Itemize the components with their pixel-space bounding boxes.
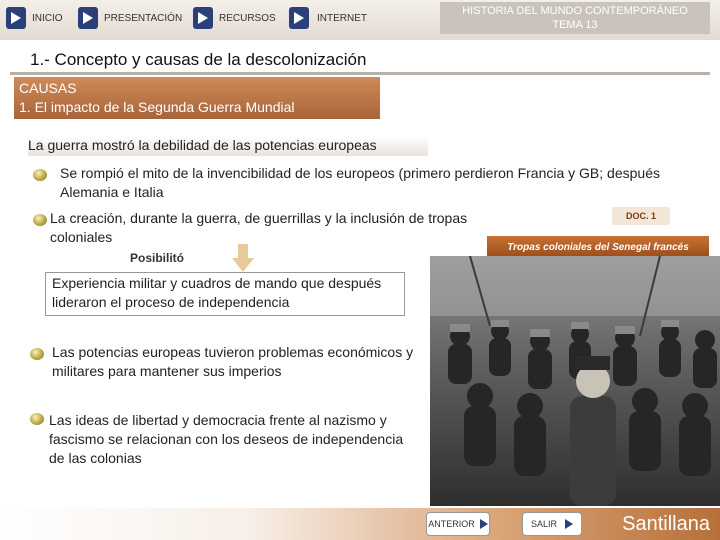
- course-title: HISTORIA DEL MUNDO CONTEMPORÁNEO: [462, 5, 688, 17]
- nav-internet-button[interactable]: INTERNET: [289, 6, 367, 30]
- photo-caption: Tropas coloniales del Senegal francés: [487, 236, 709, 258]
- santillana-logo: Santillana: [622, 512, 710, 535]
- nav-recursos-label: RECURSOS: [219, 12, 276, 24]
- bullet-text-mito: Se rompió el mito de la invencibilidad d…: [60, 165, 660, 200]
- course-header: HISTORIA DEL MUNDO CONTEMPORÁNEO TEMA 13: [440, 2, 710, 34]
- bullet-text-guerrillas: La creación, durante la guerra, de guerr…: [50, 210, 468, 245]
- footer-bar: [0, 508, 720, 540]
- play-icon: [479, 519, 488, 529]
- nav-recursos-button[interactable]: RECURSOS: [193, 6, 276, 30]
- play-icon: [193, 7, 213, 29]
- salir-button[interactable]: SALIR: [522, 512, 582, 536]
- down-arrow-icon: [232, 244, 254, 272]
- bullet-icon: [30, 413, 44, 425]
- bullet-icon: [33, 169, 47, 181]
- play-icon: [6, 7, 26, 29]
- bullet-icon: [30, 348, 44, 360]
- bullet-text-potencias: Las potencias europeas tuvieron problema…: [52, 344, 414, 379]
- experiencia-box: Experiencia militar y cuadros de mando q…: [45, 272, 405, 316]
- course-topic: TEMA 13: [552, 19, 598, 31]
- title-divider: [10, 72, 710, 75]
- bullet-text-ideas: Las ideas de libertad y democracia frent…: [49, 412, 404, 466]
- nav-internet-label: INTERNET: [317, 12, 367, 24]
- posibilito-label: Posibilitó: [130, 251, 184, 265]
- nav-inicio-label: INICIO: [32, 12, 63, 24]
- nav-presentacion-button[interactable]: PRESENTACIÓN: [78, 6, 182, 30]
- causas-box: CAUSAS 1. El impacto de la Segunda Guerr…: [14, 77, 380, 119]
- senegal-troops-photo: [430, 256, 720, 506]
- intro-statement: La guerra mostró la debilidad de las pot…: [28, 136, 428, 156]
- nav-inicio-button[interactable]: INICIO: [6, 6, 63, 30]
- play-icon: [565, 519, 573, 529]
- causas-subheading: 1. El impacto de la Segunda Guerra Mundi…: [19, 99, 295, 115]
- section-title: 1.- Concepto y causas de la descolonizac…: [30, 50, 367, 69]
- anterior-label: ANTERIOR: [428, 519, 475, 529]
- salir-label: SALIR: [530, 519, 557, 529]
- nav-presentacion-label: PRESENTACIÓN: [104, 12, 183, 24]
- doc-label: DOC. 1: [612, 207, 670, 225]
- bullet-icon: [33, 214, 47, 226]
- play-icon: [78, 7, 98, 29]
- anterior-button[interactable]: ANTERIOR: [426, 512, 490, 536]
- play-icon: [289, 7, 309, 29]
- causas-heading: CAUSAS: [19, 80, 77, 96]
